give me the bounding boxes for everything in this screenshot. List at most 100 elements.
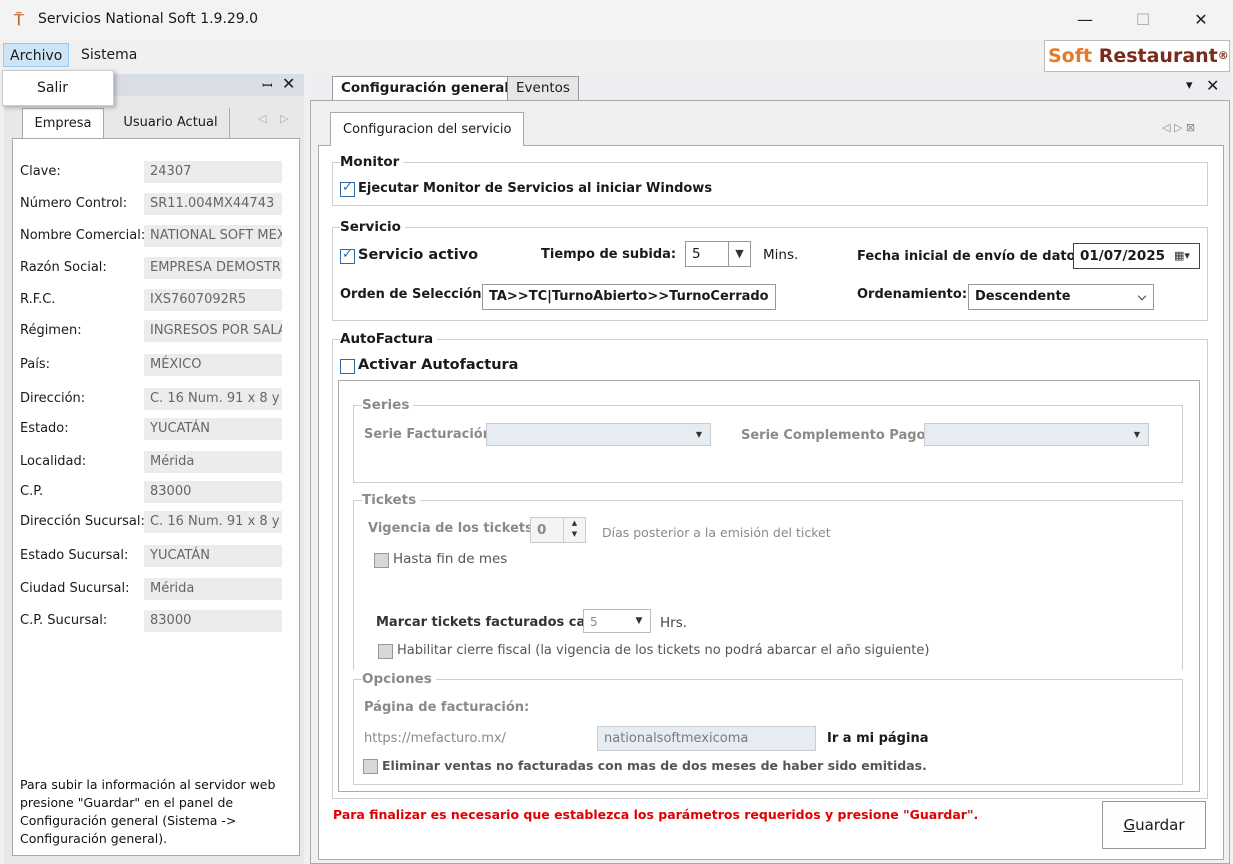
serie-complemento-combo[interactable]: ▼	[924, 423, 1149, 446]
window-title: Servicios National Soft 1.9.29.0	[38, 11, 259, 27]
panel-close-icon[interactable]: ✕	[282, 74, 295, 93]
chevron-down-icon: ⌵	[759, 290, 769, 303]
calendar-icon: ▦▾	[1174, 249, 1190, 262]
chevron-down-icon: ▼	[695, 430, 703, 439]
tab-scroll-right-icon[interactable]: ▷	[280, 112, 288, 125]
close-button[interactable]: ✕	[1178, 0, 1224, 40]
menu-item-salir[interactable]: Salir	[37, 80, 68, 96]
field-label: Régimen:	[20, 323, 82, 338]
field-value: Mérida	[144, 451, 282, 473]
serie-complemento-label: Serie Complemento Pago:	[741, 428, 931, 443]
tiempo-unit: Mins.	[763, 247, 799, 263]
chevron-down-icon: ⌵	[1137, 290, 1147, 303]
guardar-button[interactable]: Guardar	[1102, 801, 1206, 849]
url-input[interactable]: nationalsoftmexicoma	[597, 726, 816, 751]
tickets-title: Tickets	[362, 492, 421, 508]
field-label: Número Control:	[20, 196, 128, 211]
tiempo-subida-combo[interactable]: 5 ▼	[685, 241, 751, 267]
field-value: IXS7607092R5	[144, 289, 282, 311]
minimize-button[interactable]: —	[1062, 0, 1108, 40]
monitor-label: Ejecutar Monitor de Servicios al iniciar…	[358, 181, 713, 196]
opciones-title: Opciones	[362, 671, 436, 687]
field-label: Estado:	[20, 421, 69, 436]
field-value: EMPRESA DEMOSTR	[144, 257, 282, 279]
field-label: Dirección:	[20, 391, 86, 406]
chevron-down-icon: ▼	[635, 616, 643, 626]
warning-message: Para finalizar es necesario que establez…	[333, 807, 979, 822]
ordenamiento-label: Ordenamiento:	[857, 287, 968, 302]
eliminar-ventas-label: Eliminar ventas no facturadas con mas de…	[382, 758, 927, 773]
cierre-fiscal-checkbox[interactable]	[378, 644, 393, 659]
field-label: R.F.C.	[20, 292, 56, 307]
field-label: País:	[20, 357, 50, 372]
pin-icon[interactable]: ꟷ	[262, 76, 273, 94]
marcar-tickets-label: Marcar tickets facturados cada:	[376, 615, 609, 630]
stepper-arrows-icon: ▲ ▼	[563, 518, 585, 542]
tab-eventos[interactable]: Eventos	[507, 76, 579, 100]
fecha-inicial-label: Fecha inicial de envío de datos:	[857, 249, 1089, 264]
maximize-button[interactable]: ☐	[1120, 0, 1166, 40]
chevron-down-icon: ▼	[1133, 430, 1141, 439]
field-value: YUCATÁN	[144, 418, 282, 440]
upload-note: Para subir la información al servidor we…	[20, 777, 276, 846]
field-value: 83000	[144, 481, 282, 503]
ordenamiento-combo[interactable]: Descendente ⌵	[968, 284, 1154, 310]
tab-configuracion-servicio[interactable]: Configuracion del servicio	[330, 112, 525, 146]
tab-close-icon[interactable]: ✕	[1206, 76, 1219, 95]
field-value: MÉXICO	[144, 354, 282, 376]
main-tab-strip: Configuración general Eventos ▾ ✕	[310, 74, 1230, 100]
soft-restaurant-logo: Soft Restaurant®	[1044, 40, 1230, 72]
field-value: 83000	[144, 610, 282, 632]
inner-tab-controls[interactable]: ◁ ▷ ⊠	[1162, 121, 1195, 134]
activar-autofactura-label: Activar Autofactura	[358, 357, 519, 373]
tab-scroll-left-icon[interactable]: ◁	[258, 112, 266, 125]
series-title: Series	[362, 397, 414, 413]
ir-mi-pagina-link[interactable]: Ir a mi página	[827, 731, 928, 746]
serie-facturacion-combo[interactable]: ▼	[486, 423, 711, 446]
hasta-fin-mes-checkbox[interactable]	[374, 553, 389, 568]
orden-seleccion-label: Orden de Selección:	[340, 287, 487, 302]
vigencia-desc: Días posterior a la emisión del ticket	[602, 525, 831, 540]
title-bar: ⍑ Servicios National Soft 1.9.29.0 — ☐ ✕	[0, 0, 1233, 40]
field-label: Razón Social:	[20, 260, 107, 275]
servicio-title: Servicio	[340, 219, 405, 235]
tab-menu-icon[interactable]: ▾	[1186, 78, 1193, 93]
hasta-fin-mes-label: Hasta fin de mes	[393, 551, 508, 567]
tab-empresa[interactable]: Empresa	[22, 108, 104, 138]
fecha-inicial-picker[interactable]: 01/07/2025 ▦▾	[1073, 243, 1200, 269]
activar-autofactura-checkbox[interactable]	[340, 359, 355, 374]
marcar-tickets-combo[interactable]: 5 ▼	[583, 609, 651, 633]
field-label: Localidad:	[20, 454, 87, 469]
field-label: Estado Sucursal:	[20, 548, 129, 563]
field-label: Ciudad Sucursal:	[20, 581, 130, 596]
eliminar-ventas-checkbox[interactable]	[363, 759, 378, 774]
monitor-title: Monitor	[340, 154, 404, 170]
guardar-label: uardar	[1135, 816, 1185, 834]
servicio-activo-label: Servicio activo	[358, 247, 479, 263]
field-label: Dirección Sucursal:	[20, 514, 145, 529]
field-value: 24307	[144, 161, 282, 183]
field-value: Mérida	[144, 578, 282, 600]
url-prefix: https://mefacturo.mx/	[364, 731, 506, 746]
tiempo-subida-label: Tiempo de subida:	[541, 247, 677, 262]
vigencia-stepper[interactable]: 0 ▲ ▼	[530, 517, 586, 543]
tab-usuario-actual[interactable]: Usuario Actual	[112, 108, 230, 138]
field-label: Clave:	[20, 164, 61, 179]
servicio-activo-checkbox[interactable]	[340, 247, 355, 264]
field-label: Nombre Comercial:	[20, 228, 146, 243]
tab-configuracion-general[interactable]: Configuración general	[332, 76, 519, 100]
monitor-checkbox[interactable]	[340, 180, 355, 197]
orden-seleccion-combo[interactable]: TA>>TC|TurnoAbierto>>TurnoCerrado ⌵	[482, 284, 776, 310]
chevron-down-icon: ▼	[728, 242, 750, 266]
pagina-facturacion-label: Página de facturación:	[364, 700, 530, 715]
vigencia-label: Vigencia de los tickets:	[368, 521, 539, 536]
field-value: INGRESOS POR SALA	[144, 320, 282, 342]
field-value: C. 16 Num. 91 x 8 y 9	[144, 511, 282, 533]
field-label: C.P.	[20, 484, 44, 499]
field-value: YUCATÁN	[144, 545, 282, 567]
menu-sistema[interactable]: Sistema	[75, 43, 143, 67]
archivo-dropdown: Salir	[2, 70, 114, 106]
menu-archivo[interactable]: Archivo	[3, 43, 70, 67]
cierre-fiscal-label: Habilitar cierre fiscal (la vigencia de …	[397, 643, 930, 658]
serie-facturacion-label: Serie Facturación:	[364, 427, 498, 442]
